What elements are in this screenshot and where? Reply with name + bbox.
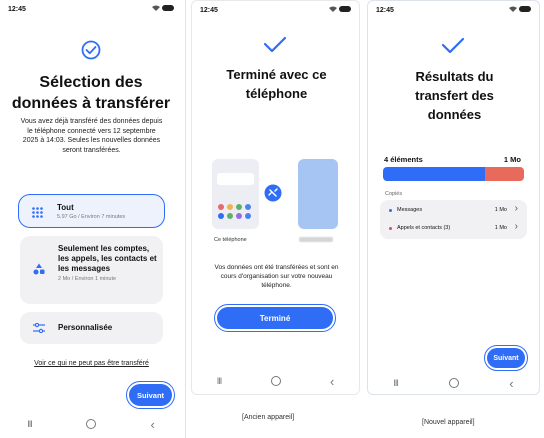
option-all[interactable]: Tout 5.97 Go / Environ 7 minutes — [18, 194, 165, 228]
navigation-bar: III ‹ — [192, 370, 359, 392]
wifi-icon — [509, 6, 517, 12]
bar-segment-blue — [383, 167, 485, 181]
next-button-ring: Suivant — [484, 345, 528, 371]
messages-dot — [389, 209, 392, 212]
page-title: Terminé avec ce téléphone — [226, 67, 327, 101]
transfer-description: Vous avez déjà transféré des données dep… — [20, 118, 163, 154]
wifi-icon — [329, 6, 337, 12]
screen-divider — [185, 0, 186, 438]
system-icons — [152, 5, 174, 11]
next-button[interactable]: Suivant — [487, 348, 525, 368]
wifi-icon — [152, 5, 160, 11]
check-circle-icon — [81, 40, 101, 60]
item-count: 4 éléments — [384, 155, 423, 164]
back-icon[interactable]: ‹ — [150, 417, 154, 432]
battery-icon — [339, 6, 351, 12]
next-button-ring: Suivant — [126, 381, 175, 409]
battery-icon — [162, 5, 174, 11]
new-device-caption: [Nouvel appareil] — [422, 419, 475, 426]
recent-apps-icon[interactable]: III — [217, 376, 222, 386]
shapes-icon — [33, 263, 45, 275]
status-time: 12:45 — [376, 7, 394, 14]
phone-screen-results: 12:45 Résultats du transfert des données… — [367, 0, 540, 395]
option-all-label: Tout — [57, 203, 74, 212]
home-icon[interactable] — [86, 419, 97, 429]
app-card — [217, 173, 254, 185]
recent-apps-icon[interactable]: III — [393, 378, 398, 388]
row-label: Appels et contacts (3) — [397, 225, 451, 231]
battery-icon — [519, 6, 531, 12]
cannot-transfer-link[interactable]: Voir ce qui ne peut pas être transféré — [14, 360, 169, 367]
option-custom-label: Personnalisée — [58, 323, 113, 332]
app-icons — [218, 204, 254, 219]
total-size: 1 Mo — [503, 155, 521, 164]
link-broken-icon — [264, 184, 282, 202]
home-icon[interactable] — [448, 378, 459, 388]
option-all-size: 5.97 Go / Environ 7 minutes — [57, 214, 126, 220]
done-button-ring: Terminé — [214, 304, 336, 332]
list-item[interactable]: Messages 1 Mo › — [380, 203, 527, 218]
page-title: Résultats du transfert des données — [415, 69, 494, 122]
system-icons — [329, 6, 351, 12]
status-time: 12:45 — [8, 6, 26, 13]
navigation-bar: III ‹ — [0, 413, 182, 435]
option-accounts-label: Seulement les comptes, les appels, les c… — [58, 244, 157, 273]
option-custom[interactable]: Personnalisée — [20, 312, 163, 344]
status-time: 12:45 — [200, 7, 218, 14]
bar-segment-red — [484, 167, 524, 181]
navigation-bar: III ‹ — [368, 372, 539, 394]
row-label: Messages — [397, 207, 423, 213]
chevron-right-icon: › — [514, 221, 518, 232]
sliders-icon — [33, 323, 45, 333]
phone-screen-done: 12:45 Terminé avec ce téléphone Ce télép… — [191, 0, 360, 395]
home-icon[interactable] — [270, 376, 281, 386]
back-icon[interactable]: ‹ — [330, 374, 334, 389]
device-label: Ce téléphone — [214, 237, 247, 243]
results-list: Messages 1 Mo › Appels et contacts (3) 1… — [380, 200, 527, 239]
done-message: Vos données ont été transférées et sont … — [214, 264, 339, 289]
status-bar: 12:45 — [192, 1, 359, 21]
size-progress-bar — [383, 167, 524, 181]
page-title: Sélection des données à transférer — [11, 74, 171, 112]
calls-dot — [389, 227, 392, 230]
phone-screen-selection: 12:45 Sélection des données à transférer… — [0, 0, 182, 438]
section-label: Copiés — [385, 191, 403, 197]
old-device-caption: [Ancien appareil] — [242, 414, 295, 421]
checkmark-icon — [263, 36, 287, 53]
new-phone-illustration — [298, 159, 338, 229]
option-accounts-messages[interactable]: Seulement les comptes, les appels, les c… — [20, 236, 163, 304]
row-size: 1 Mo — [494, 207, 507, 213]
grid-icon — [32, 207, 43, 218]
row-size: 1 Mo — [494, 225, 507, 231]
device-label-blurred — [299, 237, 333, 242]
system-icons — [509, 6, 531, 12]
status-bar: 12:45 — [368, 1, 539, 21]
done-button[interactable]: Terminé — [217, 307, 333, 329]
status-bar: 12:45 — [0, 0, 182, 20]
next-button[interactable]: Suivant — [129, 384, 172, 406]
checkmark-icon — [441, 37, 465, 54]
old-phone-illustration — [212, 159, 259, 229]
list-item[interactable]: Appels et contacts (3) 1 Mo › — [380, 221, 527, 236]
back-icon[interactable]: ‹ — [509, 376, 513, 391]
option-accounts-size: 2 Mo / Environ 1 minute — [58, 276, 117, 282]
chevron-right-icon: › — [514, 203, 518, 214]
recent-apps-icon[interactable]: III — [27, 419, 32, 429]
